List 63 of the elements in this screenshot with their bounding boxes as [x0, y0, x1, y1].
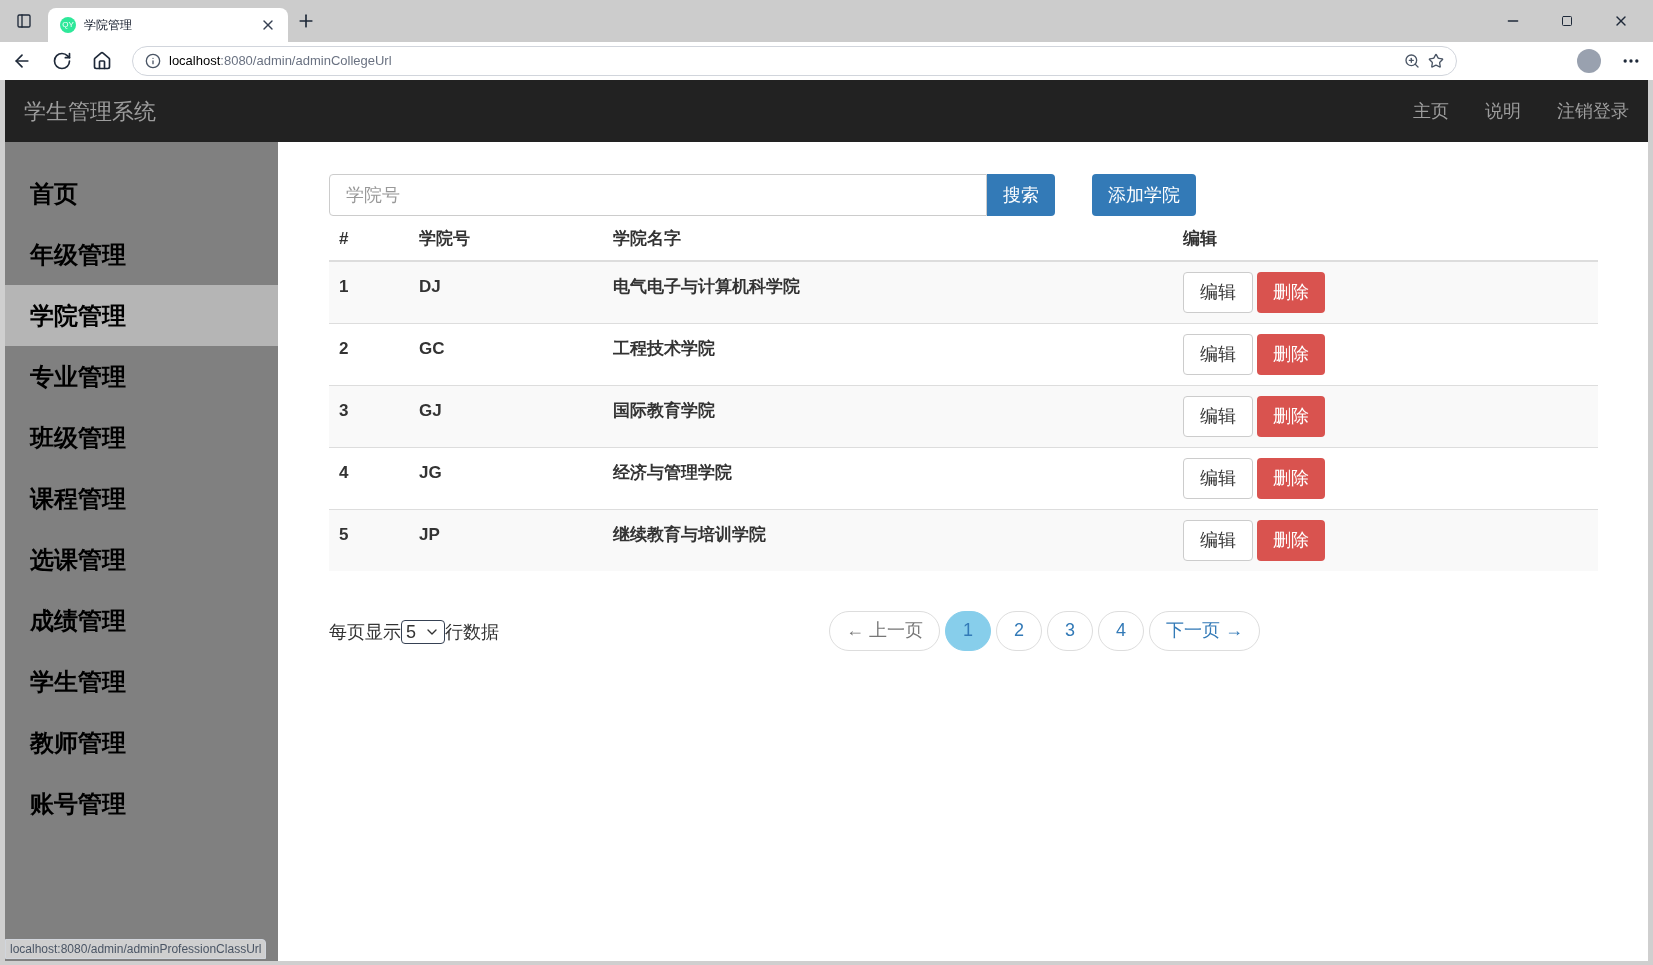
url-text: localhost:8080/admin/adminCollegeUrl	[169, 52, 393, 71]
sidebar-item[interactable]: 课程管理	[5, 468, 278, 529]
delete-button[interactable]: 删除	[1257, 333, 1325, 375]
table-cell: 工程技术学院	[613, 338, 715, 358]
tab-title: 学院管理	[84, 17, 133, 33]
delete-button[interactable]: 删除	[1257, 457, 1325, 499]
sidebar-item[interactable]: 教师管理	[5, 712, 278, 773]
sidebar-item[interactable]: 成绩管理	[5, 590, 278, 651]
column-header: #	[339, 229, 349, 248]
column-header: 编辑	[1183, 229, 1217, 248]
table-cell: JP	[419, 524, 440, 544]
search-button[interactable]: 搜索	[987, 174, 1055, 216]
browser-tab[interactable]: QY 学院管理	[48, 8, 288, 42]
add-college-button[interactable]: 添加学院	[1092, 174, 1196, 216]
column-header: 学院号	[419, 229, 470, 248]
tab-favicon: QY	[60, 17, 76, 33]
favorite-icon[interactable]	[1428, 53, 1444, 69]
sidebar-toggle-icon[interactable]	[16, 13, 32, 29]
nav-link[interactable]: 主页	[1413, 97, 1449, 125]
zoom-icon[interactable]	[1404, 53, 1420, 69]
sidebar-item[interactable]: 学院管理	[5, 285, 278, 346]
table-cell: 5	[339, 524, 349, 544]
sidebar-item[interactable]: 年级管理	[5, 224, 278, 285]
sidebar-item[interactable]: 账号管理	[5, 773, 278, 834]
sidebar-item[interactable]: 学生管理	[5, 651, 278, 712]
table-cell: 1	[339, 276, 349, 296]
delete-button[interactable]: 删除	[1257, 519, 1325, 561]
edit-button[interactable]: 编辑	[1183, 519, 1253, 561]
maximize-icon[interactable]	[1561, 15, 1573, 27]
page-size-label: 每页显示	[329, 620, 401, 644]
delete-button[interactable]: 删除	[1257, 395, 1325, 437]
sidebar-item[interactable]: 首页	[5, 163, 278, 224]
page-size-label: 行数据	[445, 620, 499, 644]
status-url-tooltip: localhost:8080/admin/adminProfessionClassUrl	[5, 939, 267, 959]
nav-link[interactable]: 注销登录	[1557, 97, 1629, 125]
edit-button[interactable]: 编辑	[1183, 457, 1253, 499]
table-cell: 国际教育学院	[613, 400, 715, 420]
delete-button[interactable]: 删除	[1257, 271, 1325, 313]
profile-avatar[interactable]	[1577, 49, 1601, 73]
table-cell: 4	[339, 462, 349, 482]
table-cell: 电气电子与计算机科学院	[613, 276, 800, 296]
edit-button[interactable]: 编辑	[1183, 333, 1253, 375]
edit-button[interactable]: 编辑	[1183, 395, 1253, 437]
table-cell: 继续教育与培训学院	[613, 524, 766, 544]
table-cell: 经济与管理学院	[613, 462, 732, 482]
brand-title[interactable]: 学生管理系统	[24, 94, 1377, 128]
search-field[interactable]: 学院号	[329, 174, 987, 216]
edit-button[interactable]: 编辑	[1183, 271, 1253, 313]
reload-icon[interactable]	[52, 51, 72, 71]
sidebar-item[interactable]: 专业管理	[5, 346, 278, 407]
sidebar-item[interactable]: 选课管理	[5, 529, 278, 590]
column-header: 学院名字	[613, 229, 681, 248]
nav-link[interactable]: 说明	[1485, 97, 1521, 125]
table-cell: GJ	[419, 400, 442, 420]
home-icon[interactable]	[92, 51, 112, 71]
sidebar-item[interactable]: 班级管理	[5, 407, 278, 468]
table-cell: JG	[419, 462, 442, 482]
table-cell: 3	[339, 400, 349, 420]
table-cell: DJ	[419, 276, 441, 296]
table-cell: GC	[419, 338, 445, 358]
page-size-select[interactable]: 5	[401, 620, 445, 644]
info-icon[interactable]	[145, 53, 161, 69]
table-cell: 2	[339, 338, 349, 358]
